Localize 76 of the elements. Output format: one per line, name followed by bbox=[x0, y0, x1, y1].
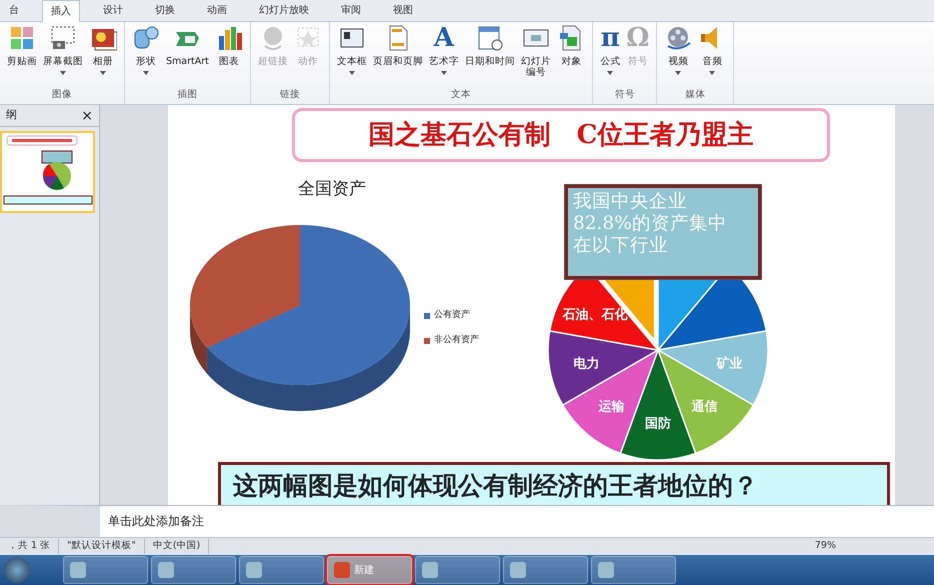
clip-art-icon bbox=[8, 24, 36, 52]
calendar-icon bbox=[476, 24, 504, 52]
status-text: 中文(中国) bbox=[144, 539, 210, 554]
panel-tab[interactable]: 纲 bbox=[6, 107, 17, 124]
caret-icon bbox=[100, 71, 106, 76]
start-button[interactable] bbox=[4, 557, 30, 583]
zoom-level[interactable]: 79% bbox=[806, 539, 844, 554]
app-icon bbox=[158, 562, 174, 578]
callout-line: 我国中央企业 bbox=[573, 191, 687, 214]
caret-icon bbox=[60, 71, 66, 76]
ribbon-tab[interactable]: 审阅 bbox=[332, 0, 370, 21]
taskbar-button[interactable] bbox=[503, 556, 588, 584]
group-label: 链接 bbox=[278, 88, 301, 102]
taskbar-button[interactable] bbox=[239, 556, 324, 584]
ribbon-button[interactable]: 幻灯片编号 bbox=[518, 24, 554, 79]
ribbon-button[interactable]: π 公式 bbox=[597, 24, 624, 76]
ribbon-button[interactable]: 音频 bbox=[695, 24, 730, 76]
ribbon-button[interactable]: 相册 bbox=[86, 24, 120, 76]
app-icon bbox=[70, 562, 86, 578]
ribbon-button[interactable]: 对象 bbox=[554, 24, 588, 68]
app-icon bbox=[598, 562, 614, 578]
callout-line: 在以下行业 bbox=[573, 235, 668, 258]
ribbon-button[interactable]: 页眉和页脚 bbox=[370, 24, 426, 68]
group-label: 文本 bbox=[450, 88, 472, 102]
ribbon-tab[interactable]: 切换 bbox=[146, 0, 184, 21]
slice-label: 通信 bbox=[692, 400, 718, 415]
group-label: 符号 bbox=[614, 88, 636, 102]
ribbon-button[interactable]: 图表 bbox=[212, 24, 246, 68]
legend-label: 非公有资产 bbox=[434, 334, 479, 347]
slice-label: 矿业 bbox=[716, 356, 742, 372]
slide-thumbnail-drawing[interactable] bbox=[0, 131, 95, 213]
taskbar-button[interactable] bbox=[151, 556, 236, 584]
status-text: "默认设计模板" bbox=[59, 539, 145, 554]
slice-label: 运输 bbox=[598, 400, 624, 415]
ribbon-button[interactable]: 文本框 bbox=[334, 24, 370, 76]
group-label: 插图 bbox=[176, 88, 198, 102]
ribbon-button[interactable]: 日期和时间 bbox=[462, 24, 518, 68]
taskbar-button[interactable] bbox=[63, 556, 148, 584]
ribbon-tab[interactable]: 插入 bbox=[42, 0, 80, 22]
ribbon-tab[interactable]: 设计 bbox=[94, 0, 132, 21]
taskbar-button[interactable] bbox=[415, 556, 500, 584]
question-text: 这两幅图是如何体现公有制经济的王者地位的？ bbox=[218, 462, 890, 505]
close-button[interactable]: × bbox=[81, 108, 93, 122]
ribbon-button[interactable]: 剪贴画 bbox=[4, 24, 40, 68]
callout-line: 82.8%的资产集中 bbox=[573, 213, 727, 236]
ribbon-button[interactable]: A 艺术字 bbox=[426, 24, 462, 76]
ribbon-button[interactable]: SmartArt bbox=[163, 24, 212, 68]
caret-icon bbox=[607, 71, 614, 76]
ribbon-tab[interactable]: 台 bbox=[0, 0, 28, 21]
screenshot-icon bbox=[49, 24, 77, 52]
ribbon-button[interactable]: 视频 bbox=[661, 24, 696, 76]
caret-icon bbox=[709, 71, 716, 76]
app-icon bbox=[422, 562, 438, 578]
chart-title: 全国资产 bbox=[298, 178, 366, 201]
app-icon bbox=[334, 562, 350, 578]
status-text: ，共 1 张 bbox=[0, 539, 60, 554]
caret-icon bbox=[348, 71, 355, 76]
app-icon bbox=[246, 562, 262, 578]
ribbon-tab[interactable]: 幻灯片放映 bbox=[250, 0, 318, 21]
slide-title: 国之基石公有制 C位王者乃盟主 bbox=[292, 108, 830, 162]
slice-label: 石油、石化 bbox=[562, 308, 628, 323]
group-label: 图像 bbox=[51, 88, 73, 102]
ribbon-button[interactable]: 形状 bbox=[129, 24, 163, 76]
caret-icon bbox=[143, 71, 149, 76]
taskbar-button[interactable] bbox=[591, 556, 676, 584]
app-icon bbox=[510, 562, 526, 578]
slice-label: 国防 bbox=[645, 416, 671, 432]
ribbon-tab[interactable]: 动画 bbox=[198, 0, 236, 21]
ribbon-tab[interactable]: 视图 bbox=[384, 0, 422, 21]
ribbon-button[interactable]: 屏幕截图 bbox=[40, 24, 86, 76]
slice-label: 电力 bbox=[574, 356, 600, 372]
caret-icon bbox=[675, 71, 682, 76]
legend-label: 公有资产 bbox=[434, 309, 470, 322]
notes-placeholder[interactable]: 单击此处添加备注 bbox=[108, 514, 204, 528]
group-label: 媒体 bbox=[684, 88, 706, 102]
caret-icon bbox=[440, 71, 447, 76]
